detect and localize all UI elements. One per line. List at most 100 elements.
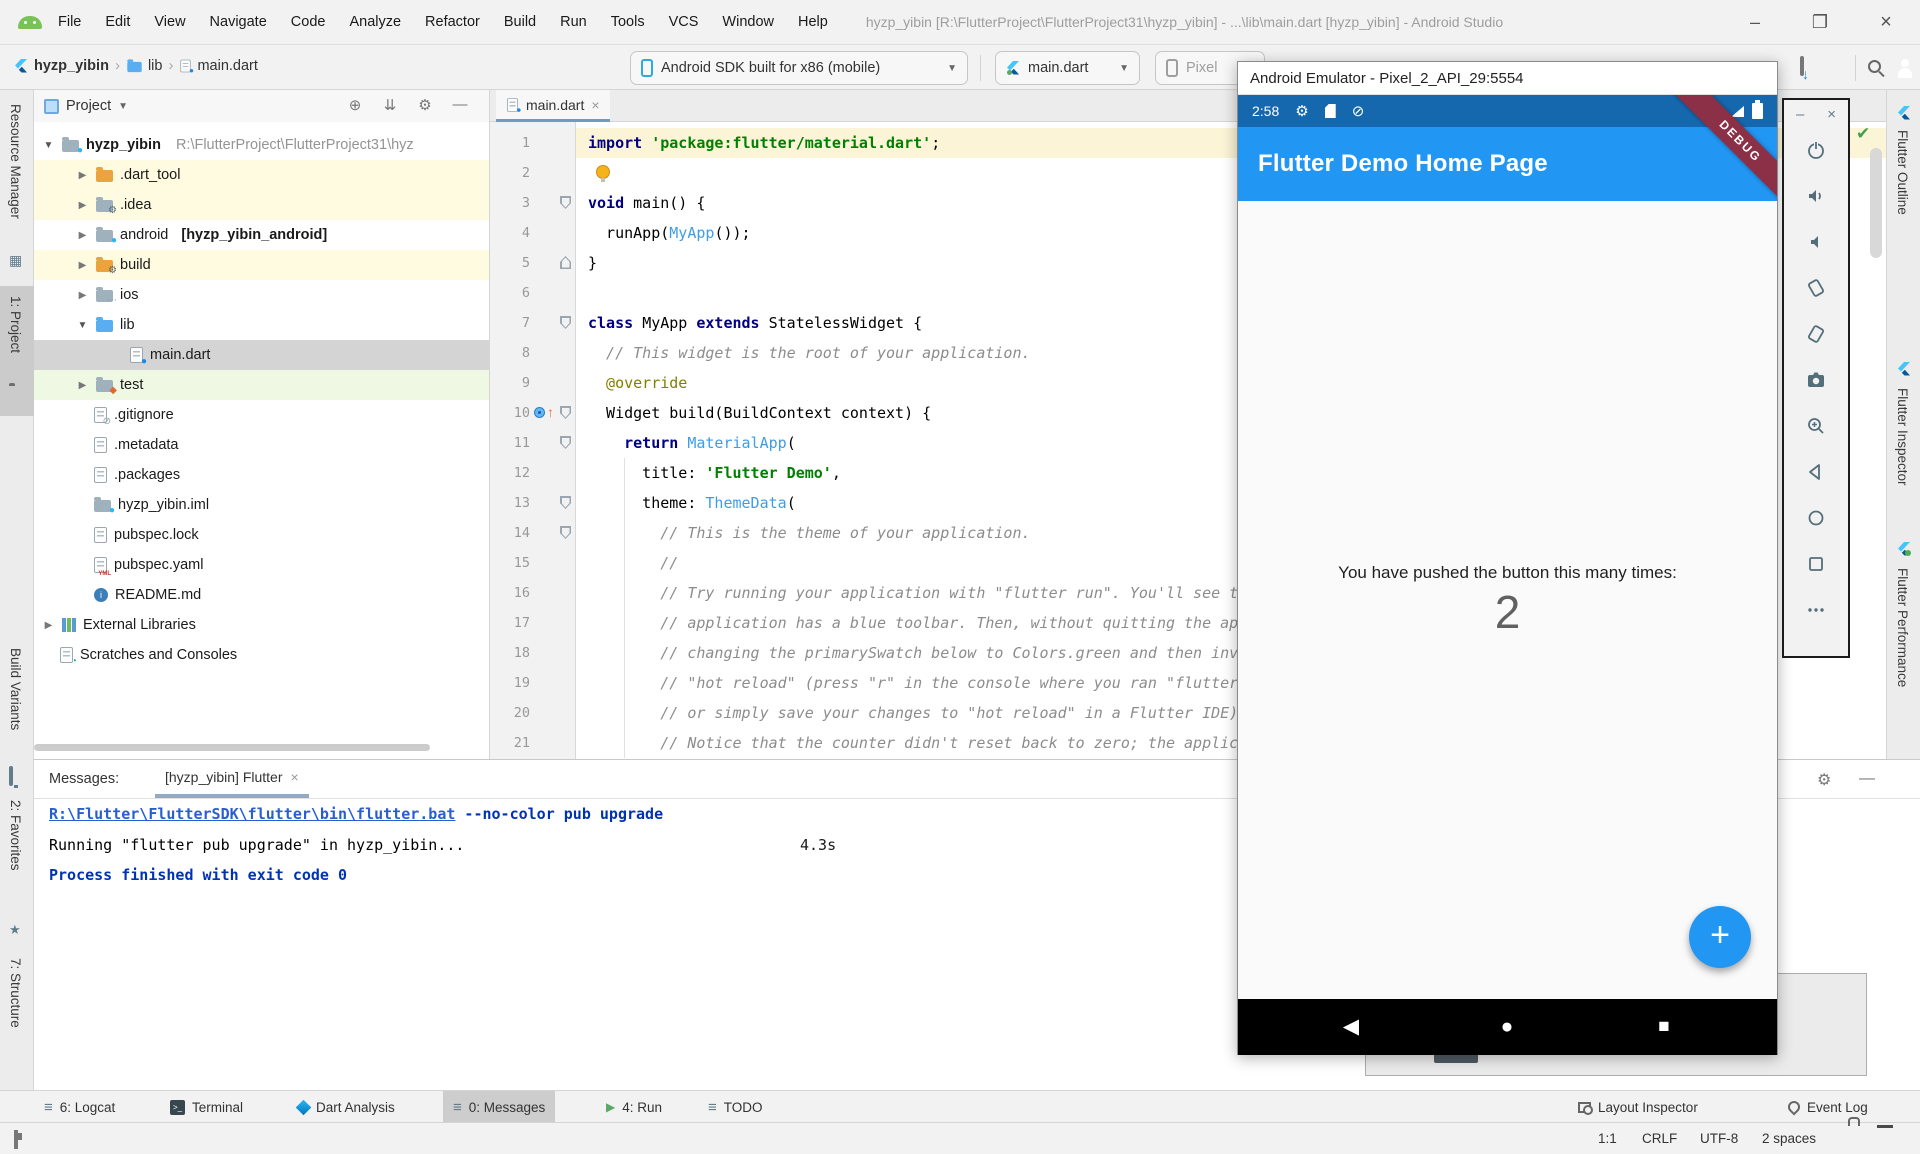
menu-refactor[interactable]: Refactor	[425, 14, 480, 30]
stripe-flutter-inspector[interactable]: Flutter Inspector	[1895, 388, 1910, 486]
menu-analyze[interactable]: Analyze	[349, 14, 401, 30]
menu-code[interactable]: Code	[291, 14, 326, 30]
tree-row-packages[interactable]: .packages	[34, 460, 490, 490]
project-panel-title[interactable]: Project	[66, 98, 111, 114]
device-selector[interactable]: Android SDK built for x86 (mobile) ▼	[630, 51, 968, 85]
toolwindow-run[interactable]: ▶ 4: Run	[596, 1091, 672, 1123]
stripe-flutter-performance[interactable]: Flutter Performance	[1895, 568, 1910, 687]
settings-gear-icon[interactable]: ⚙	[414, 96, 436, 114]
tree-row-main-dart[interactable]: ● main.dart	[34, 340, 490, 370]
chevron-collapsed-icon[interactable]: ▶	[76, 170, 89, 181]
breadcrumb-project[interactable]: hyzp_yibin	[34, 58, 109, 74]
tree-row-iml[interactable]: ● hyzp_yibin.iml	[34, 490, 490, 520]
menu-help[interactable]: Help	[798, 14, 828, 30]
favorites-star-icon[interactable]: ★	[9, 922, 21, 938]
run-config-selector[interactable]: main.dart ▼	[995, 51, 1140, 85]
implements-arrow-icon[interactable]: ↑	[547, 406, 554, 419]
fold-marker[interactable]	[560, 496, 571, 509]
tree-row-pubspec-lock[interactable]: pubspec.lock	[34, 520, 490, 550]
stripe-favorites[interactable]: 2: Favorites	[8, 800, 23, 871]
menu-run[interactable]: Run	[560, 14, 587, 30]
menu-edit[interactable]: Edit	[105, 14, 130, 30]
toolwindow-event-log[interactable]: Event Log	[1778, 1091, 1878, 1123]
rotate-right-icon[interactable]	[1805, 323, 1827, 345]
fold-marker[interactable]	[560, 406, 571, 419]
toolwindow-toggle-icon[interactable]	[14, 1132, 18, 1147]
tree-row-dart-tool[interactable]: ▶ .dart_tool	[34, 160, 490, 190]
hide-panel-icon[interactable]: —	[1859, 770, 1875, 788]
collapse-all-icon[interactable]: ⇊	[379, 96, 401, 114]
power-icon[interactable]	[1805, 139, 1827, 161]
emu-back-icon[interactable]	[1805, 461, 1827, 483]
menu-vcs[interactable]: VCS	[669, 14, 699, 30]
toolwindow-todo[interactable]: ≡ TODO	[698, 1091, 773, 1123]
nav-overview-icon[interactable]: ■	[1649, 999, 1679, 1055]
emu-overview-icon[interactable]	[1805, 553, 1827, 575]
fold-marker[interactable]	[560, 256, 571, 269]
menu-window[interactable]: Window	[722, 14, 774, 30]
console-line[interactable]: R:\Flutter\FlutterSDK\flutter\bin\flutte…	[49, 799, 663, 829]
nav-back-icon[interactable]: ◀	[1336, 999, 1366, 1055]
minimize-button[interactable]: –	[1735, 8, 1775, 36]
stripe-project-tab[interactable]: 1: Project	[8, 296, 23, 353]
toolwindow-logcat[interactable]: ≡ 6: Logcat	[34, 1091, 125, 1123]
rotate-left-icon[interactable]	[1805, 277, 1827, 299]
locate-file-icon[interactable]: ⊕	[344, 96, 366, 114]
chevron-collapsed-icon[interactable]: ▶	[76, 230, 89, 241]
tree-row-external-libraries[interactable]: ▶ External Libraries	[34, 610, 490, 640]
settings-gear-icon[interactable]: ⚙	[1817, 770, 1831, 790]
chevron-collapsed-icon[interactable]: ▶	[76, 290, 89, 301]
indent-setting[interactable]: 2 spaces	[1762, 1123, 1816, 1154]
stripe-resource-manager[interactable]: Resource Manager	[8, 104, 23, 219]
hide-panel-icon[interactable]: —	[449, 96, 471, 113]
chevron-collapsed-icon[interactable]: ▶	[76, 200, 89, 211]
more-options-icon[interactable]	[1805, 599, 1827, 621]
tree-row-idea[interactable]: ▶ ⚙ .idea	[34, 190, 490, 220]
messages-flutter-tab[interactable]: [hyzp_yibin] Flutter ×	[155, 760, 309, 798]
tree-row-android[interactable]: ▶ ● android [hyzp_yibin_android]	[34, 220, 490, 250]
emulator-screen[interactable]: DEBUG 2:58 ⚙ ⊘ Flutter Demo Home Page Yo…	[1238, 95, 1777, 1055]
chevron-down-icon[interactable]: ▼	[118, 101, 128, 112]
fold-marker[interactable]	[560, 526, 571, 539]
search-everywhere-button[interactable]	[1868, 60, 1881, 76]
menu-tools[interactable]: Tools	[611, 14, 645, 30]
tree-row-pubspec-yaml[interactable]: YML pubspec.yaml	[34, 550, 490, 580]
tree-row-gitignore[interactable]: ⊘ .gitignore	[34, 400, 490, 430]
fold-marker[interactable]	[560, 436, 571, 449]
toolwindow-dart-analysis[interactable]: Dart Analysis	[288, 1091, 405, 1123]
inspections-ok-icon[interactable]: ✔	[1856, 124, 1870, 144]
breadcrumb-file[interactable]: main.dart	[197, 58, 257, 74]
tree-row-metadata[interactable]: .metadata	[34, 430, 490, 460]
line-separator[interactable]: CRLF	[1642, 1123, 1677, 1154]
tab-close-icon[interactable]: ×	[591, 97, 599, 113]
chevron-collapsed-icon[interactable]: ▶	[76, 380, 89, 391]
tab-close-icon[interactable]: ×	[291, 769, 299, 785]
build-variants-icon[interactable]	[9, 768, 13, 784]
stripe-build-variants[interactable]: Build Variants	[8, 648, 23, 730]
chevron-expanded-icon[interactable]: ▼	[76, 320, 89, 331]
fold-marker[interactable]	[560, 316, 571, 329]
volume-down-icon[interactable]	[1805, 231, 1827, 253]
stripe-structure[interactable]: 7: Structure	[8, 958, 23, 1028]
menu-build[interactable]: Build	[504, 14, 536, 30]
screenshot-camera-icon[interactable]	[1805, 369, 1827, 391]
toolwindow-layout-inspector[interactable]: Layout Inspector	[1568, 1091, 1708, 1123]
emu-home-icon[interactable]	[1805, 507, 1827, 529]
emulator-close-icon[interactable]: ×	[1827, 106, 1836, 123]
chevron-expanded-icon[interactable]: ▼	[42, 140, 55, 151]
tree-row-readme[interactable]: i README.md	[34, 580, 490, 610]
tree-row-test[interactable]: ▶ ◆ test	[34, 370, 490, 400]
chevron-collapsed-icon[interactable]: ▶	[76, 260, 89, 271]
close-button[interactable]: ×	[1866, 8, 1906, 36]
emulator-title-bar[interactable]: Android Emulator - Pixel_2_API_29:5554	[1238, 62, 1777, 95]
menu-view[interactable]: View	[154, 14, 185, 30]
tab-main-dart[interactable]: ● main.dart ×	[496, 90, 610, 122]
tree-row-root[interactable]: ▼ ● hyzp_yibin R:\FlutterProject\Flutter…	[34, 130, 490, 160]
restore-button[interactable]: ❐	[1800, 8, 1840, 36]
toolwindow-messages[interactable]: ≡ 0: Messages	[443, 1091, 555, 1123]
tree-row-scratches[interactable]: ◔ Scratches and Consoles	[34, 640, 490, 670]
resource-manager-icon[interactable]: ▦	[9, 252, 22, 269]
horizontal-scrollbar[interactable]	[34, 744, 430, 751]
intention-bulb-icon[interactable]	[596, 165, 610, 179]
menu-navigate[interactable]: Navigate	[210, 14, 267, 30]
